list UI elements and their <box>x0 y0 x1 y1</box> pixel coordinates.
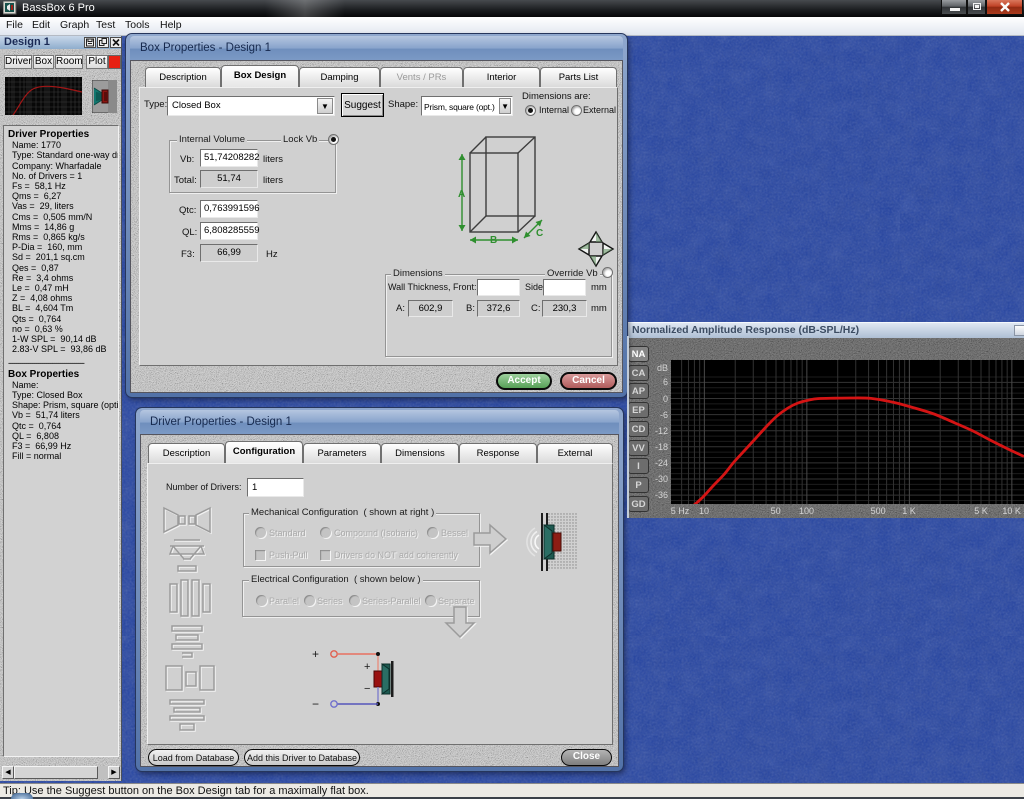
svg-text:−: − <box>364 683 370 695</box>
svg-text:+: + <box>312 647 319 661</box>
svg-text:A: A <box>458 189 465 200</box>
svg-text:+: + <box>364 661 370 673</box>
svg-text:B: B <box>490 235 497 246</box>
svg-text:C: C <box>536 228 543 239</box>
svg-text:−: − <box>312 697 319 711</box>
